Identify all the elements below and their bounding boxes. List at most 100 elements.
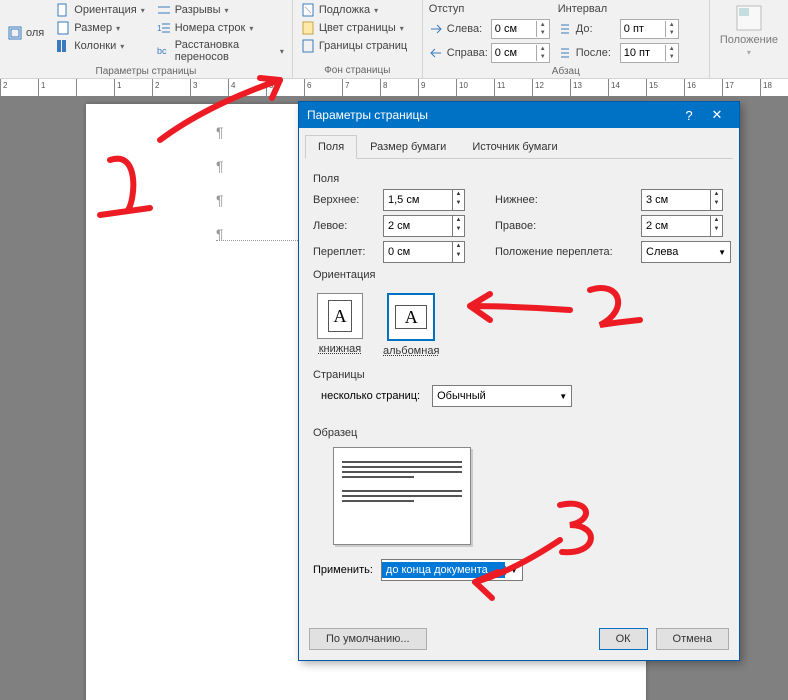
portrait-label: книжная [319, 343, 362, 355]
indent-right-spinner[interactable]: ▲▼ [491, 43, 550, 63]
gutter-pos-select[interactable]: Слева ▼ [641, 241, 731, 263]
chevron-down-icon: ▼ [559, 392, 567, 401]
paragraph-group-label[interactable]: Абзац [429, 64, 703, 79]
defaults-button[interactable]: По умолчанию... [309, 628, 427, 650]
ruler-mark: 9 [418, 79, 425, 97]
page-color-button[interactable]: Цвет страницы▾ [299, 20, 409, 36]
ruler-mark: 4 [228, 79, 235, 97]
landscape-button[interactable]: A альбомная [379, 289, 443, 361]
ruler-mark: 18 [760, 79, 772, 97]
ruler-mark: 2 [152, 79, 159, 97]
ruler-mark: 17 [722, 79, 734, 97]
ribbon: оля Ориентация▾ Размер▾ Колонки▾ [0, 0, 788, 79]
fields-section-label: Поля [313, 173, 725, 185]
svg-text:bc: bc [157, 46, 167, 56]
sample-preview [333, 447, 471, 545]
down-arrow-icon[interactable]: ▼ [537, 53, 549, 61]
multi-pages-select[interactable]: Обычный ▼ [432, 385, 572, 407]
ruler-mark: 15 [646, 79, 658, 97]
spacing-before-label: До: [576, 23, 616, 35]
top-margin-input[interactable] [384, 190, 452, 210]
indent-left-input[interactable] [492, 23, 536, 35]
chevron-down-icon: ▼ [718, 248, 726, 257]
svg-text:1: 1 [157, 24, 162, 33]
right-margin-input[interactable] [642, 216, 710, 236]
page-color-icon [301, 21, 315, 35]
hyphenation-label: Расстановка переносов [175, 39, 276, 63]
ruler-mark: 3 [190, 79, 197, 97]
ruler-mark: 16 [684, 79, 696, 97]
app-window: оля Ориентация▾ Размер▾ Колонки▾ [0, 0, 788, 700]
spacing-after-spinner[interactable]: ▲▼ [620, 43, 679, 63]
tab-paper-size[interactable]: Размер бумаги [357, 135, 459, 159]
page-color-label: Цвет страницы [319, 22, 396, 34]
ruler-mark: 10 [456, 79, 468, 97]
portrait-button[interactable]: A книжная [313, 289, 367, 361]
page-borders-button[interactable]: Границы страниц [299, 38, 409, 54]
apply-value: до конца документа [382, 562, 505, 578]
spacing-after-label: После: [576, 47, 616, 59]
watermark-button[interactable]: Подложка▾ [299, 2, 409, 18]
orientation-button[interactable]: Ориентация▾ [54, 2, 146, 18]
line-numbers-icon: 1 [157, 21, 171, 35]
close-button[interactable]: ✕ [703, 107, 731, 123]
help-button[interactable]: ? [675, 108, 703, 123]
top-margin-spinner[interactable]: ▲▼ [383, 189, 465, 211]
line-numbers-button[interactable]: 1 Номера строк▾ [155, 20, 286, 36]
group-paragraph: Отступ Слева: ▲▼ Справа: ▲▼ Интервал [423, 0, 710, 78]
page-borders-icon [301, 39, 315, 53]
cancel-button[interactable]: Отмена [656, 628, 729, 650]
spacing-after-input[interactable] [621, 47, 665, 59]
left-margin-input[interactable] [384, 216, 452, 236]
indent-left-spinner[interactable]: ▲▼ [491, 19, 550, 39]
tab-paper-source[interactable]: Источник бумаги [459, 135, 570, 159]
gutter-input[interactable] [384, 242, 452, 262]
dialog-titlebar[interactable]: Параметры страницы ? ✕ [299, 102, 739, 128]
sample-section-label: Образец [313, 427, 725, 439]
bottom-margin-spinner[interactable]: ▲▼ [641, 189, 723, 211]
up-arrow-icon[interactable]: ▲ [666, 21, 678, 29]
breaks-button[interactable]: Разрывы▾ [155, 2, 286, 18]
position-icon [735, 4, 763, 32]
columns-icon [56, 39, 70, 53]
watermark-icon [301, 3, 315, 17]
columns-button[interactable]: Колонки▾ [54, 38, 146, 54]
bottom-margin-input[interactable] [642, 190, 710, 210]
position-button[interactable]: Положение ▾ [716, 2, 782, 78]
left-margin-spinner[interactable]: ▲▼ [383, 215, 465, 237]
tab-fields[interactable]: Поля [305, 135, 357, 159]
gutter-pos-value: Слева [646, 246, 678, 258]
apply-select[interactable]: до конца документа ▼ [381, 559, 523, 581]
fields-button[interactable]: оля [6, 25, 46, 41]
indent-right-label: Справа: [447, 47, 487, 59]
up-arrow-icon[interactable]: ▲ [537, 21, 549, 29]
right-margin-spinner[interactable]: ▲▼ [641, 215, 723, 237]
size-button[interactable]: Размер▾ [54, 20, 146, 36]
indent-left-icon [429, 22, 443, 36]
ruler-mark: 7 [342, 79, 349, 97]
multi-pages-label: несколько страниц: [321, 390, 420, 402]
up-arrow-icon[interactable]: ▲ [666, 45, 678, 53]
multi-pages-value: Обычный [437, 390, 486, 402]
dialog-title: Параметры страницы [307, 108, 428, 122]
down-arrow-icon[interactable]: ▼ [666, 53, 678, 61]
gutter-spinner[interactable]: ▲▼ [383, 241, 465, 263]
up-arrow-icon[interactable]: ▲ [537, 45, 549, 53]
pages-section-label: Страницы [313, 369, 725, 381]
page-setup-dialog: Параметры страницы ? ✕ Поля Размер бумаг… [298, 101, 740, 661]
indent-right-input[interactable] [492, 47, 536, 59]
down-arrow-icon[interactable]: ▼ [537, 29, 549, 37]
down-arrow-icon[interactable]: ▼ [666, 29, 678, 37]
page-setup-group-label[interactable]: Параметры страницы [6, 64, 286, 79]
page-background-group-label: Фон страницы [299, 63, 416, 78]
hyphenation-button[interactable]: bc Расстановка переносов▾ [155, 38, 286, 64]
group-position: Положение ▾ [710, 0, 788, 78]
ok-button[interactable]: ОК [599, 628, 648, 650]
ruler-mark: 8 [380, 79, 387, 97]
hyphenation-icon: bc [157, 44, 171, 58]
spacing-before-input[interactable] [621, 23, 665, 35]
spacing-after-icon [558, 46, 572, 60]
group-page-background: Подложка▾ Цвет страницы▾ Границы страниц… [293, 0, 423, 78]
dialog-footer: По умолчанию... ОК Отмена [309, 628, 729, 650]
spacing-before-spinner[interactable]: ▲▼ [620, 19, 679, 39]
